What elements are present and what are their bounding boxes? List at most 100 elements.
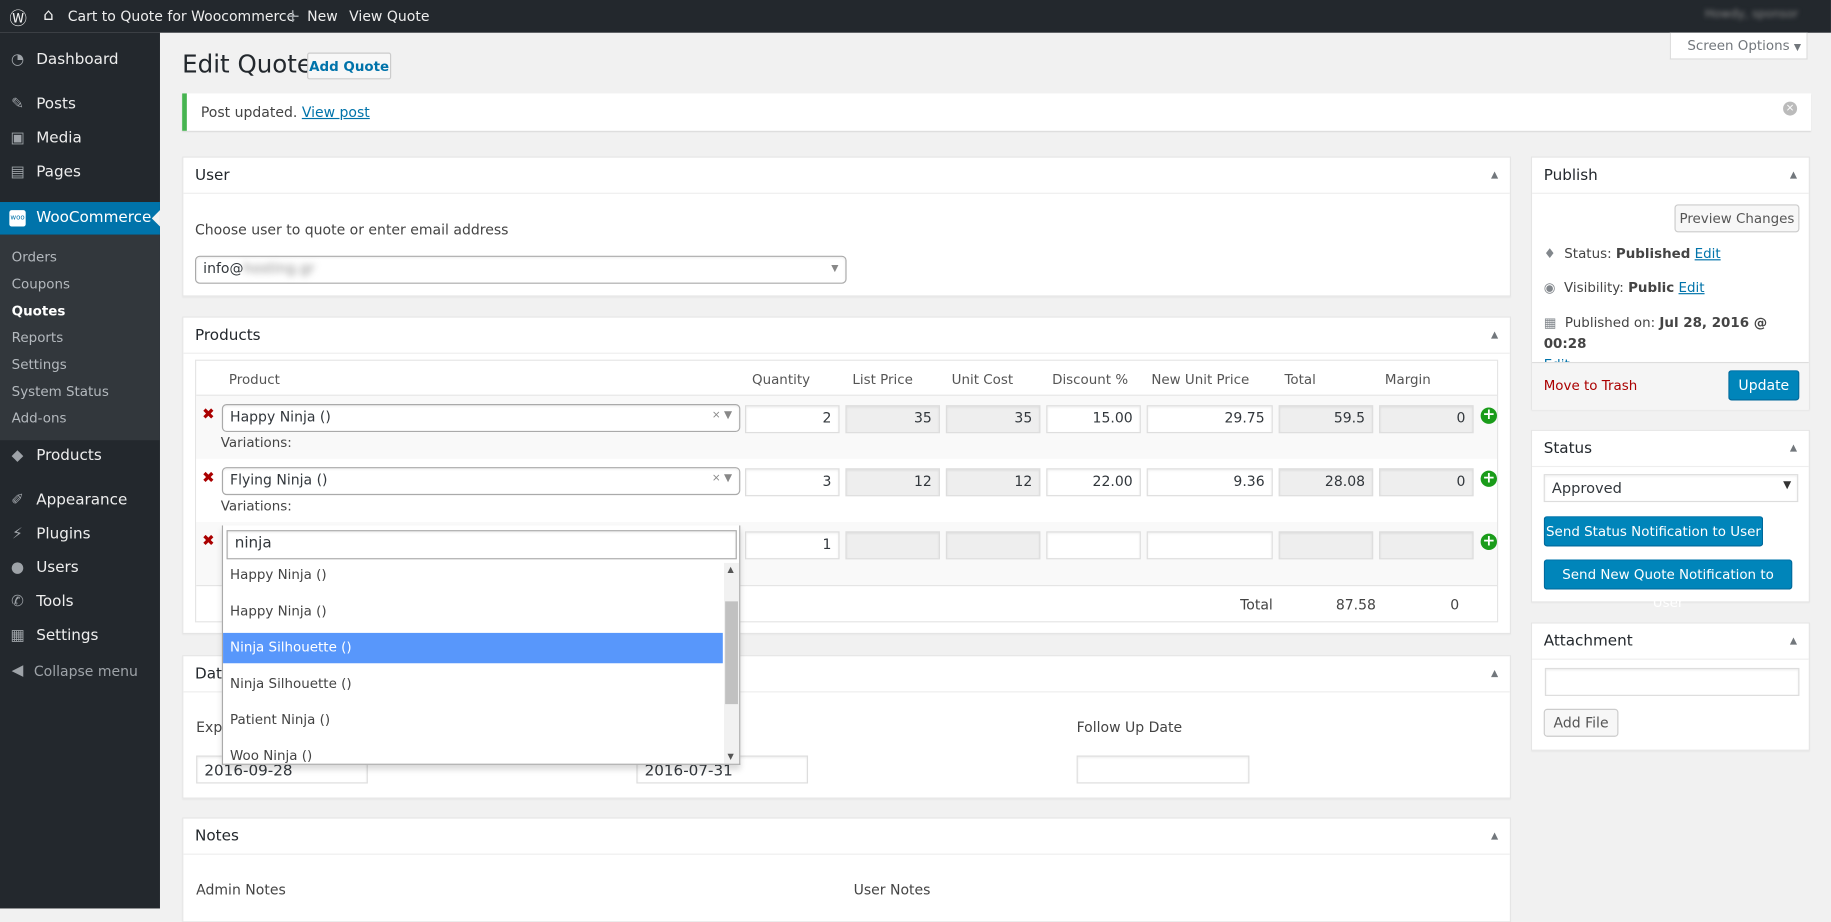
- list-price: [845, 531, 940, 560]
- edit-visibility-link[interactable]: Edit: [1679, 279, 1705, 295]
- attachment-box: Attachment ▲ Add File: [1530, 622, 1810, 751]
- sidebar-item-woocommerce[interactable]: woo WooCommerce: [0, 202, 160, 235]
- send-status-notification-button[interactable]: Send Status Notification to User: [1543, 516, 1764, 547]
- margin: [1379, 531, 1474, 560]
- scrollbar[interactable]: ▲ ▼: [723, 562, 740, 764]
- dismiss-icon[interactable]: ×: [1783, 101, 1798, 116]
- sidebar-item-media[interactable]: ▣ Media: [0, 123, 160, 156]
- new-unit-price-input[interactable]: 29.75: [1146, 405, 1273, 434]
- preview-changes-button[interactable]: Preview Changes: [1674, 204, 1800, 233]
- discount-input[interactable]: 15.00: [1046, 405, 1141, 434]
- update-button[interactable]: Update: [1728, 370, 1800, 401]
- attachment-input[interactable]: [1544, 667, 1800, 696]
- woo-icon: woo: [9, 210, 26, 227]
- unit-cost: 35: [945, 405, 1041, 434]
- total-label: Total: [1240, 596, 1273, 614]
- new-unit-price-input[interactable]: [1146, 531, 1273, 560]
- sidebar-item-pages[interactable]: ▤ Pages: [0, 156, 160, 189]
- product-select[interactable]: Happy Ninja () × ▼: [221, 404, 741, 433]
- admin-sidebar: ◔ Dashboard ✎ Posts ▣ Media ▤ Pages woo WooCo…: [0, 32, 160, 909]
- result-option[interactable]: Ninja Silhouette (): [223, 669, 723, 699]
- edit-status-link[interactable]: Edit: [1695, 245, 1721, 261]
- collapse-toggle-icon[interactable]: ▲: [1790, 169, 1797, 180]
- scroll-up-icon[interactable]: ▲: [727, 565, 733, 574]
- collapse-toggle-icon[interactable]: ▲: [1491, 169, 1498, 180]
- sidebar-item-tools[interactable]: ✆ Tools: [0, 586, 160, 619]
- submenu-settings[interactable]: Settings: [12, 356, 67, 372]
- delete-row-icon[interactable]: ✖: [202, 406, 215, 424]
- discount-input[interactable]: [1046, 531, 1141, 560]
- line-total: 59.5: [1278, 405, 1374, 434]
- column-unit-cost: Unit Cost: [951, 371, 1014, 388]
- product-search-input[interactable]: ninja: [226, 530, 737, 560]
- view-post-link[interactable]: View post: [302, 104, 370, 120]
- total-margin: 0: [1450, 596, 1460, 614]
- result-option[interactable]: Happy Ninja (): [223, 597, 723, 627]
- account-menu[interactable]: Howdy, sponsor: [1705, 8, 1798, 21]
- add-quote-button[interactable]: Add Quote: [307, 52, 392, 80]
- user-select[interactable]: info@hosting.gr ▼: [195, 255, 847, 284]
- home-icon[interactable]: ⌂: [43, 6, 53, 25]
- sidebar-item-plugins[interactable]: ⚡ Plugins: [0, 518, 160, 551]
- submenu-system-status[interactable]: System Status: [12, 383, 109, 399]
- calendar-icon: ▦: [1543, 314, 1557, 331]
- submenu-add-ons[interactable]: Add-ons: [12, 410, 67, 426]
- result-option[interactable]: Happy Ninja (): [223, 563, 723, 591]
- delete-row-icon[interactable]: ✖: [202, 469, 215, 487]
- collapse-menu[interactable]: ◀ Collapse menu: [0, 655, 160, 688]
- sidebar-item-settings[interactable]: ▦ Settings: [0, 620, 160, 653]
- table-row: ✖ Flying Ninja () × ▼ Variations: 3 12 12 22.00…: [196, 458, 1497, 522]
- quantity-input[interactable]: 3: [744, 468, 840, 497]
- scrollbar-thumb[interactable]: [725, 601, 738, 705]
- caret-down-icon: ▼: [1793, 42, 1802, 53]
- scroll-down-icon[interactable]: ▼: [727, 752, 733, 761]
- submenu-coupons[interactable]: Coupons: [12, 276, 70, 292]
- wordpress-logo-icon[interactable]: Ⓦ: [9, 6, 27, 31]
- view-quote-link[interactable]: View Quote: [349, 8, 429, 24]
- sidebar-item-posts[interactable]: ✎ Posts: [0, 89, 160, 122]
- sidebar-item-appearance[interactable]: ✐ Appearance: [0, 485, 160, 518]
- move-to-trash-link[interactable]: Move to Trash: [1544, 377, 1638, 393]
- collapse-toggle-icon[interactable]: ▲: [1790, 443, 1797, 454]
- collapse-toggle-icon[interactable]: ▲: [1491, 830, 1498, 841]
- clear-and-arrow-icon[interactable]: × ▼: [712, 473, 732, 485]
- result-option[interactable]: Patient Ninja (): [223, 705, 723, 735]
- column-quantity: Quantity: [751, 371, 811, 388]
- site-name-link[interactable]: Cart to Quote for Woocommerce: [68, 8, 296, 24]
- add-row-icon[interactable]: +: [1480, 407, 1497, 424]
- plugin-icon: ⚡: [12, 525, 23, 543]
- add-row-icon[interactable]: +: [1480, 533, 1497, 550]
- notes-box-title: Notes: [183, 819, 1510, 855]
- add-row-icon[interactable]: +: [1480, 470, 1497, 487]
- submenu-reports[interactable]: Reports: [12, 329, 64, 345]
- result-option[interactable]: Ninja Silhouette (): [223, 632, 723, 664]
- quantity-input[interactable]: 2: [744, 405, 840, 434]
- screen-options-button[interactable]: Screen Options ▼: [1669, 32, 1808, 60]
- pin-icon: ♦: [1543, 245, 1556, 262]
- collapse-toggle-icon[interactable]: ▲: [1790, 635, 1797, 646]
- collapse-toggle-icon[interactable]: ▲: [1491, 329, 1498, 340]
- product-select[interactable]: Flying Ninja () × ▼: [221, 467, 741, 496]
- submenu-orders[interactable]: Orders: [12, 249, 57, 265]
- sidebar-item-dashboard[interactable]: ◔ Dashboard: [0, 44, 160, 77]
- variations-label: Variations:: [220, 497, 292, 514]
- discount-input[interactable]: 22.00: [1046, 468, 1141, 497]
- result-option[interactable]: Woo Ninja (): [223, 741, 723, 763]
- delete-row-icon[interactable]: ✖: [202, 532, 215, 550]
- new-unit-price-input[interactable]: 9.36: [1146, 468, 1273, 497]
- list-price: 35: [845, 405, 940, 434]
- new-link[interactable]: New: [307, 8, 338, 24]
- submenu-quotes[interactable]: Quotes: [12, 302, 66, 318]
- send-new-quote-notification-button[interactable]: Send New Quote Notification to User: [1543, 559, 1793, 611]
- follow-up-date-input[interactable]: [1076, 755, 1250, 784]
- user-box: User ▲ Choose user to quote or enter ema…: [182, 156, 1512, 297]
- quantity-input[interactable]: 1: [744, 531, 840, 560]
- add-file-button[interactable]: Add File: [1543, 708, 1619, 737]
- follow-up-label: Follow Up Date: [1076, 719, 1183, 736]
- clear-and-arrow-icon[interactable]: × ▼: [712, 410, 732, 422]
- sidebar-item-products[interactable]: ◆ Products: [0, 440, 160, 473]
- sidebar-item-users[interactable]: ● Users: [0, 552, 160, 585]
- collapse-toggle-icon[interactable]: ▲: [1491, 668, 1498, 679]
- status-select[interactable]: Approved ▼: [1543, 474, 1799, 503]
- dropdown-arrow-icon: ▼: [831, 262, 839, 274]
